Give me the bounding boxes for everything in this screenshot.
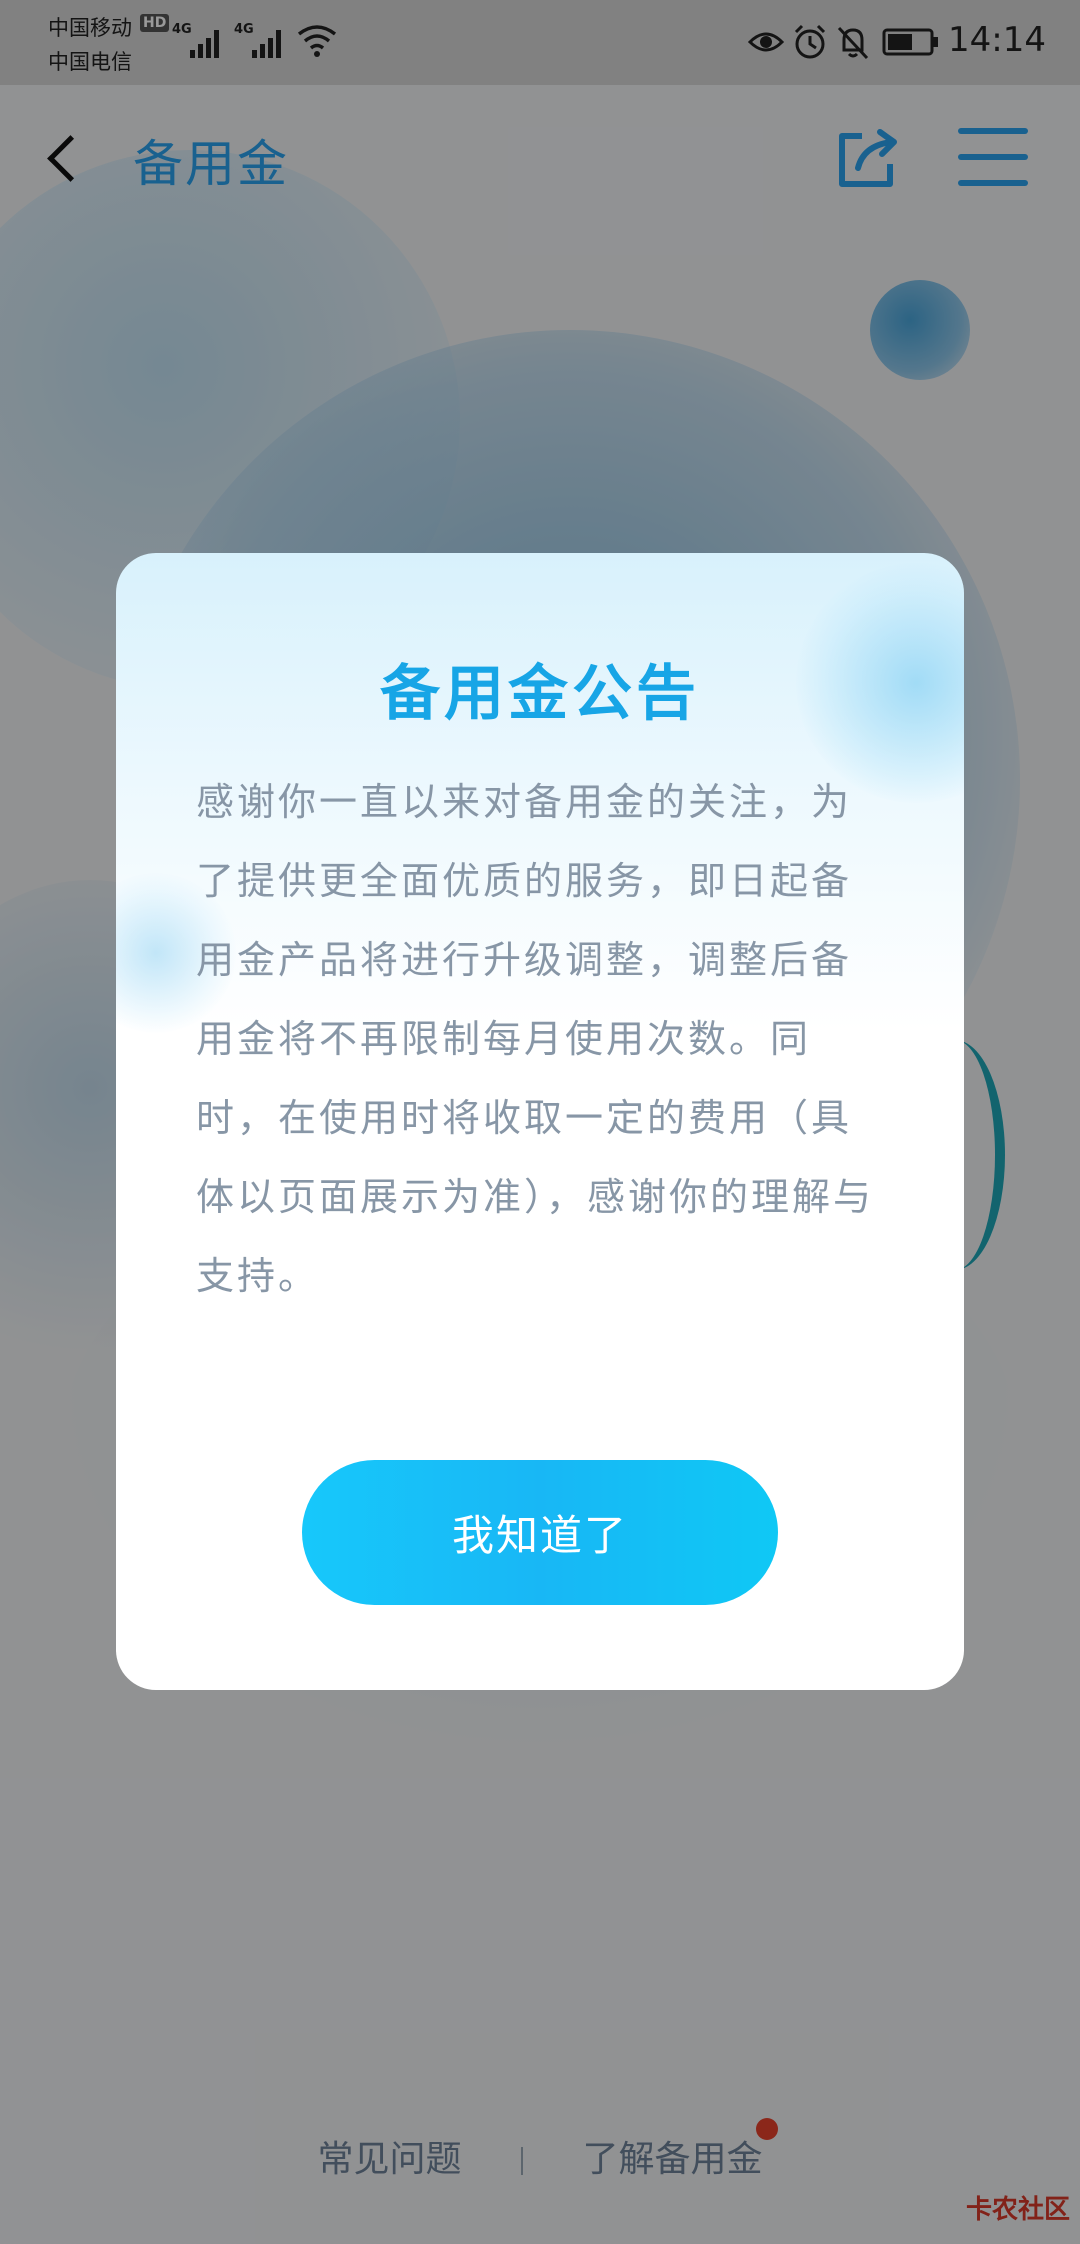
dialog-message: 感谢你一直以来对备用金的关注，为了提供更全面优质的服务，即日起备用金产品将进行升…	[196, 780, 875, 1298]
confirm-button[interactable]: 我知道了	[302, 1460, 778, 1605]
dialog-title: 备用金公告	[380, 659, 700, 729]
announcement-dialog: 备用金公告 感谢你一直以来对备用金的关注，为了提供更全面优质的服务，即日起备用金…	[116, 553, 964, 1690]
